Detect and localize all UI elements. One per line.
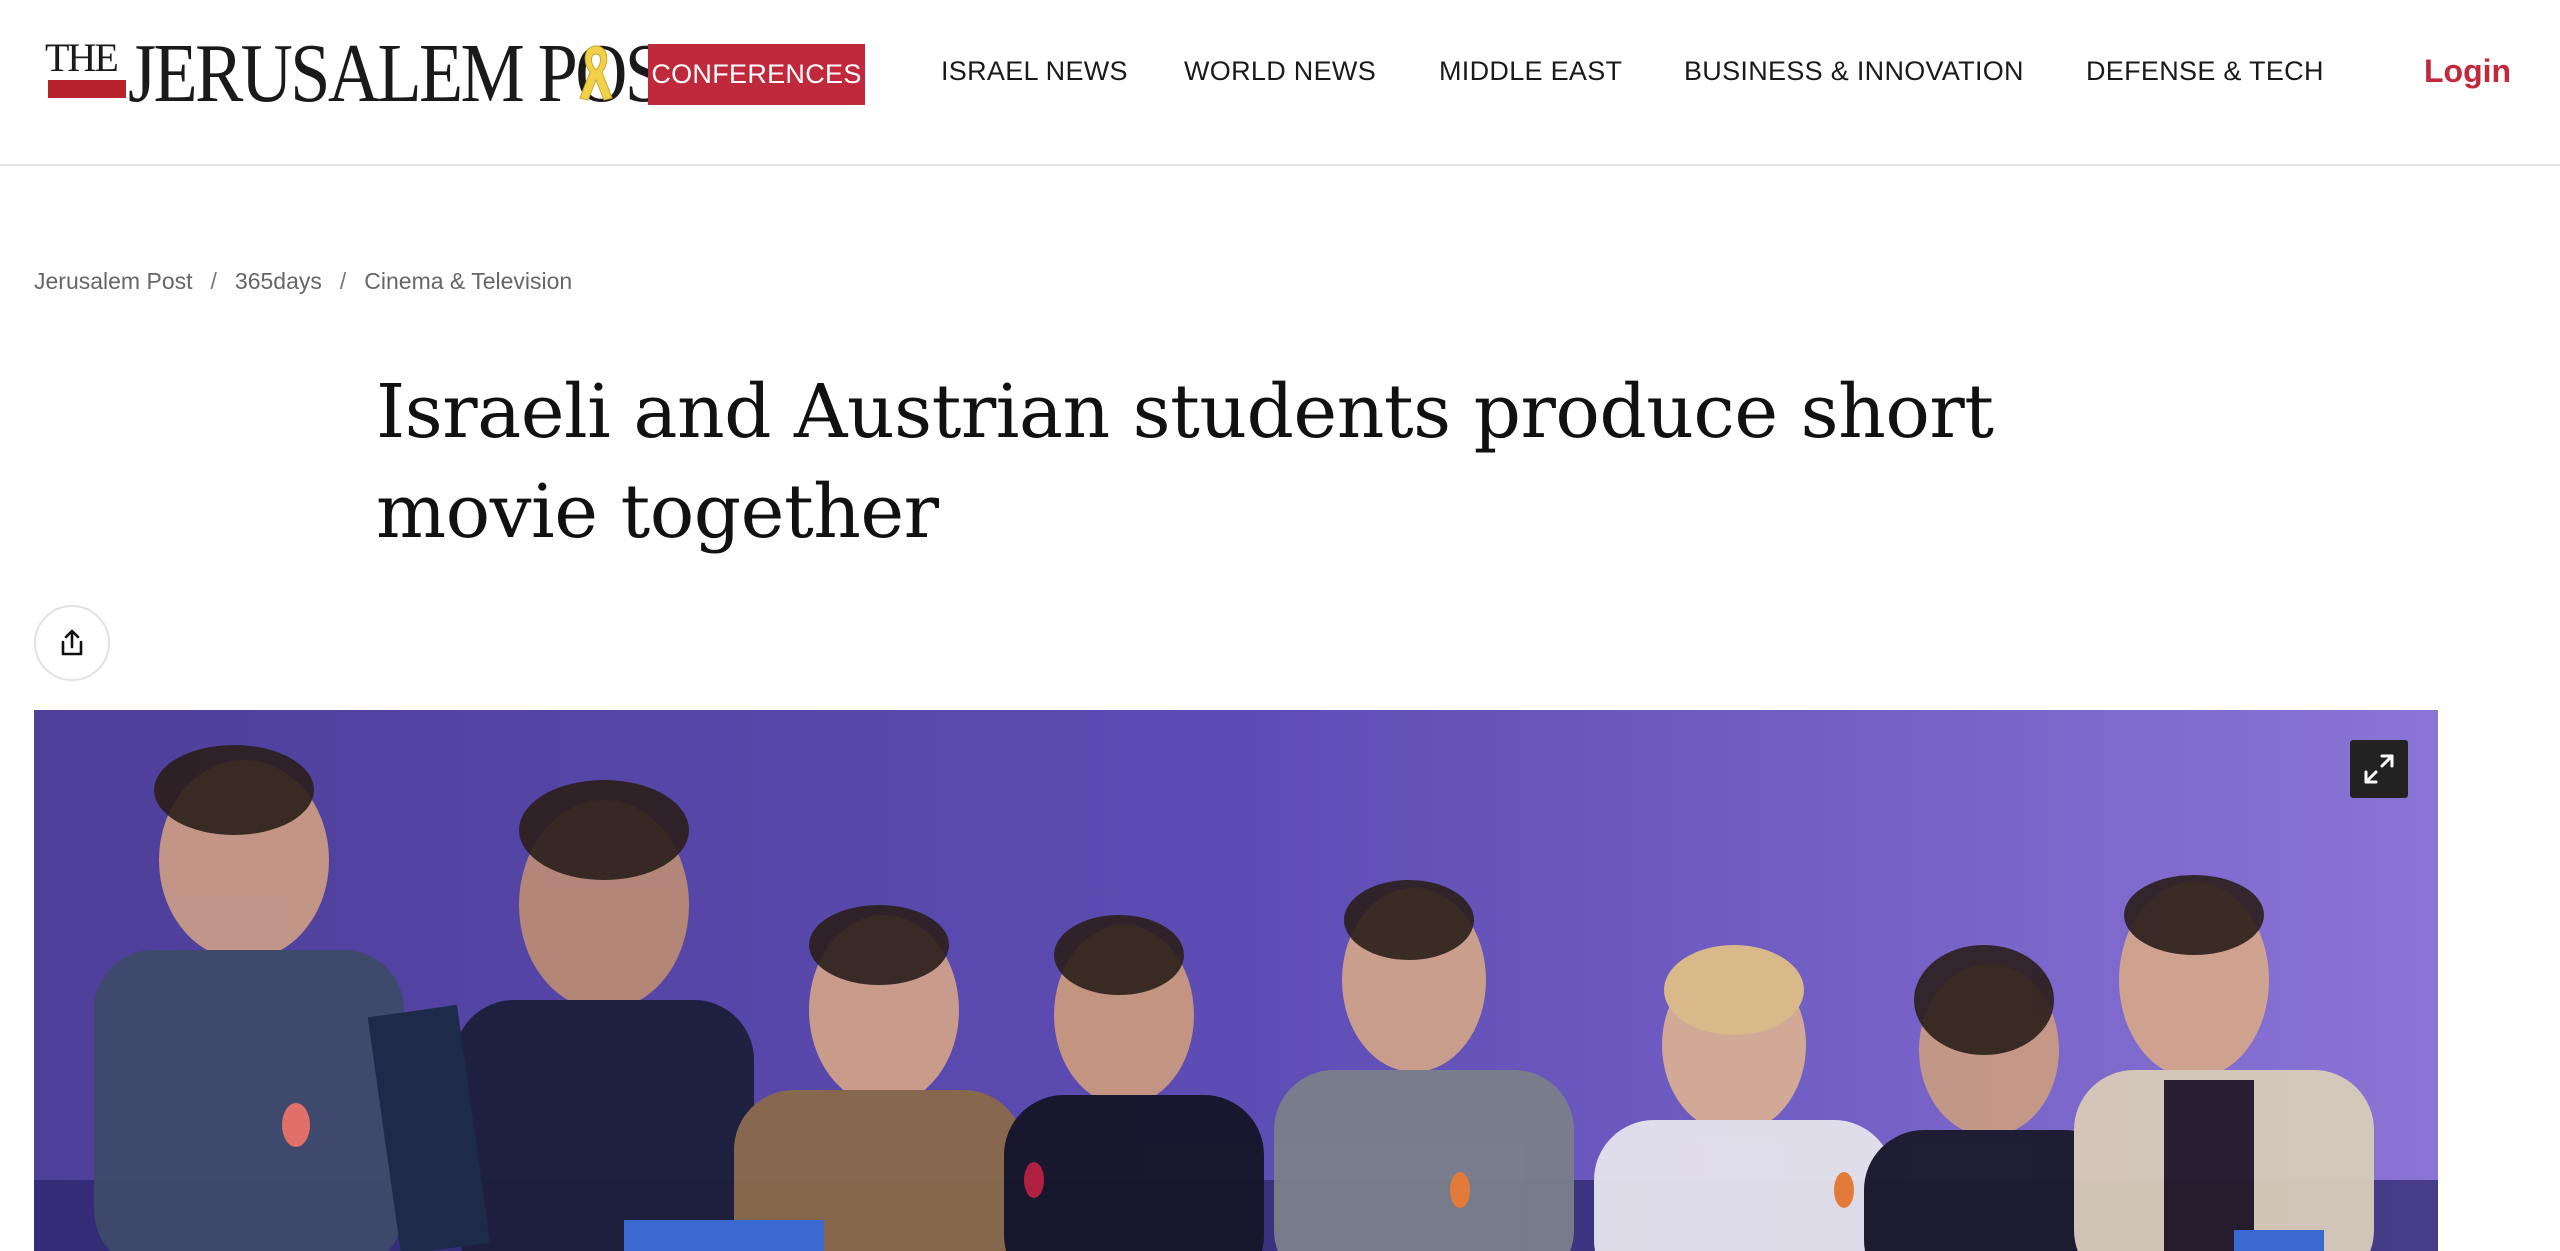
nav-israel-news[interactable]: ISRAEL NEWS: [941, 56, 1128, 87]
breadcrumb-item-home[interactable]: Jerusalem Post: [34, 268, 193, 295]
logo-name-text: JERUSALEM POST: [128, 27, 707, 120]
breadcrumb-item-365days[interactable]: 365days: [235, 268, 322, 295]
share-icon: [61, 629, 83, 656]
breadcrumb: Jerusalem Post / 365days / Cinema & Tele…: [34, 268, 572, 295]
site-header: THE JERUSALEM POST CONFERENCES ISRAEL NE…: [0, 0, 2560, 166]
logo-red-bar: [48, 80, 126, 98]
nav-world-news[interactable]: WORLD NEWS: [1184, 56, 1376, 87]
login-link[interactable]: Login: [2424, 53, 2511, 90]
conferences-button[interactable]: CONFERENCES: [648, 44, 865, 105]
breadcrumb-separator: /: [210, 268, 217, 294]
expand-image-button[interactable]: [2350, 740, 2408, 798]
article-title: Israeli and Austrian students produce sh…: [376, 369, 1994, 555]
breadcrumb-item-cinema-television[interactable]: Cinema & Television: [364, 268, 572, 295]
site-logo[interactable]: THE JERUSALEM POST: [42, 30, 707, 116]
hero-photo: [34, 710, 2438, 1251]
nav-defense-tech[interactable]: DEFENSE & TECH: [2086, 56, 2324, 87]
share-button[interactable]: [34, 605, 110, 681]
breadcrumb-separator: /: [339, 268, 347, 294]
logo-the-text: THE: [45, 35, 119, 80]
nav-middle-east[interactable]: MIDDLE EAST: [1439, 56, 1622, 87]
expand-icon: [2364, 754, 2394, 784]
nav-business-innovation[interactable]: BUSINESS & INNOVATION: [1684, 56, 2024, 87]
yellow-ribbon-icon: [579, 45, 613, 101]
hero-image[interactable]: [34, 710, 2438, 1251]
